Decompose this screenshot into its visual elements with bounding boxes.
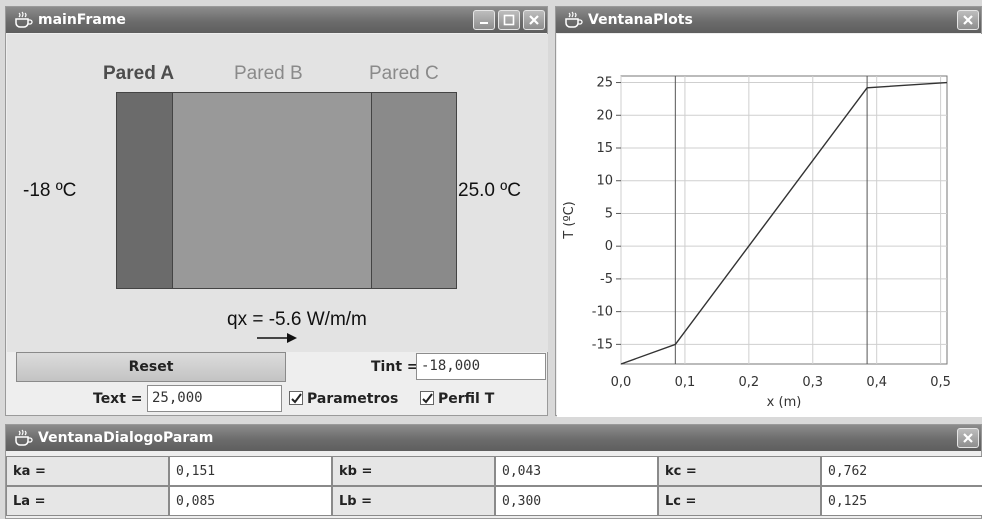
close-icon <box>963 433 973 443</box>
y-tick-label: 10 <box>596 174 613 189</box>
perfil-check-box[interactable] <box>420 391 434 405</box>
tint-field[interactable]: -18,000 <box>416 353 546 380</box>
close-icon <box>529 15 539 25</box>
param-row: La = 0,085 Lb = 0,300 Lc = 0,125 <box>6 486 982 516</box>
param-la-field[interactable]: 0,085 <box>169 486 332 516</box>
wall-a <box>116 92 173 289</box>
x-tick-label: 0,5 <box>930 375 951 390</box>
y-tick-label: 25 <box>596 76 613 91</box>
param-label: ka = <box>6 456 169 486</box>
window-title: VentanaDialogoParam <box>38 430 214 446</box>
java-cup-icon <box>15 429 33 446</box>
maximize-icon <box>503 14 515 26</box>
param-label: La = <box>6 486 169 516</box>
param-kc-field[interactable]: 0,762 <box>821 456 982 486</box>
parametros-label: Parametros <box>307 391 399 407</box>
y-tick-label: 20 <box>596 108 613 123</box>
arrow-right-icon <box>257 333 297 343</box>
perfil-label: Perfil T <box>438 391 495 407</box>
minimize-icon <box>480 22 488 24</box>
param-label: kc = <box>658 456 821 486</box>
param-kb-field[interactable]: 0,043 <box>495 456 658 486</box>
plots-titlebar[interactable]: VentanaPlots <box>556 7 981 33</box>
close-button[interactable] <box>957 428 979 448</box>
plot-area <box>620 75 948 365</box>
heat-flux-label: qx = -5.6 W/m/m <box>227 309 367 330</box>
y-tick-label: 5 <box>605 206 613 221</box>
wall-diagram-canvas: Pared A Pared B Pared C -18 ºC 25.0 ºC q… <box>7 34 548 352</box>
plots-window: VentanaPlots 0,0 0,1 0,2 0,3 0,4 0,5 25 20 15 10 5… <box>555 6 982 417</box>
wall-c <box>371 92 457 289</box>
wall-b <box>172 92 372 289</box>
parametros-check-box[interactable] <box>289 391 303 405</box>
parametros-checkbox[interactable]: Parametros <box>289 391 398 407</box>
temperature-profile-chart: 0,0 0,1 0,2 0,3 0,4 0,5 25 20 15 10 5 0 -5 -10 -15 x (m… <box>562 75 951 410</box>
maximize-button[interactable] <box>498 10 520 30</box>
param-lb-field[interactable]: 0,300 <box>495 486 658 516</box>
x-tick-label: 0,1 <box>675 375 696 390</box>
text-field[interactable]: 25,000 <box>147 385 282 412</box>
main-frame-titlebar[interactable]: mainFrame <box>6 7 547 33</box>
tint-label: Tint = <box>371 359 419 375</box>
plot-canvas: 0,0 0,1 0,2 0,3 0,4 0,5 25 20 15 10 5 0 -5 -10 -15 x (m… <box>557 34 982 417</box>
inner-temperature-label: -18 ºC <box>23 180 77 201</box>
y-axis-label: T (ºC) <box>562 201 577 239</box>
window-title: mainFrame <box>38 12 126 28</box>
x-tick-label: 0,3 <box>802 375 823 390</box>
param-ka-field[interactable]: 0,151 <box>169 456 332 486</box>
perfil-checkbox[interactable]: Perfil T <box>420 391 494 407</box>
window-title: VentanaPlots <box>588 12 693 28</box>
checkbox-check-icon <box>291 393 302 404</box>
param-label: kb = <box>332 456 495 486</box>
wall-b-label: Pared B <box>234 63 303 84</box>
text-label: Text = <box>93 391 143 407</box>
param-lc-field[interactable]: 0,125 <box>821 486 982 516</box>
reset-button[interactable]: Reset <box>16 352 286 382</box>
param-label: Lb = <box>332 486 495 516</box>
param-dialog-window: VentanaDialogoParam ka = 0,151 kb = 0,04… <box>5 424 982 519</box>
y-tick-label: 15 <box>596 141 613 156</box>
minimize-button[interactable] <box>473 10 495 30</box>
outer-temperature-label: 25.0 ºC <box>458 180 521 201</box>
param-titlebar[interactable]: VentanaDialogoParam <box>6 425 981 451</box>
x-tick-label: 0,0 <box>611 375 632 390</box>
y-tick-label: -5 <box>600 272 613 287</box>
y-tick-label: 0 <box>605 239 613 254</box>
x-tick-label: 0,4 <box>866 375 887 390</box>
java-cup-icon <box>15 11 33 28</box>
close-button[interactable] <box>523 10 545 30</box>
close-icon <box>963 15 973 25</box>
x-tick-label: 0,2 <box>738 375 759 390</box>
param-row: ka = 0,151 kb = 0,043 kc = 0,762 <box>6 456 982 486</box>
wall-a-label: Pared A <box>103 63 175 84</box>
y-tick-label: -10 <box>592 305 613 320</box>
java-cup-icon <box>565 11 583 28</box>
close-button[interactable] <box>957 10 979 30</box>
reset-button-label: Reset <box>128 359 174 375</box>
wall-c-label: Pared C <box>369 63 439 84</box>
param-label: Lc = <box>658 486 821 516</box>
checkbox-check-icon <box>422 393 433 404</box>
main-frame-window: mainFrame Pared A Pared B Pared C -18 ºC… <box>5 6 548 416</box>
y-tick-label: -15 <box>592 337 613 352</box>
x-axis-label: x (m) <box>767 395 802 410</box>
